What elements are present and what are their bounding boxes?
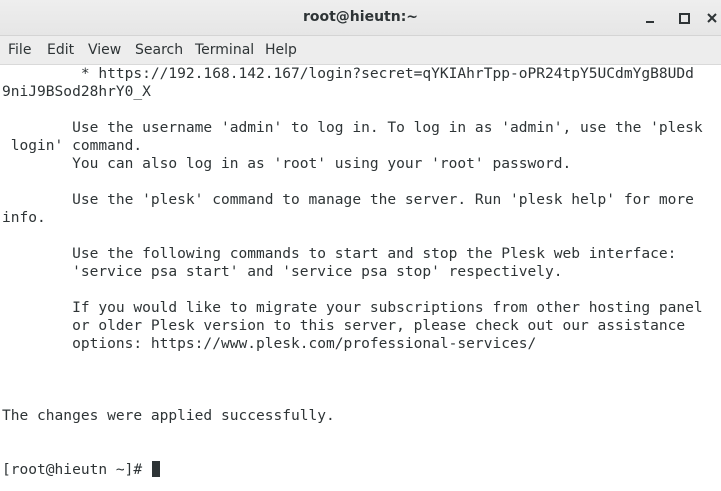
menu-help[interactable]: Help <box>265 42 297 58</box>
terminal-line: * https://192.168.142.167/login?secret=q… <box>2 65 694 82</box>
terminal-output[interactable]: * https://192.168.142.167/login?secret=q… <box>0 65 721 491</box>
terminal-window: root@hieutn:~ File Edit View Search Term… <box>0 0 721 491</box>
close-button[interactable] <box>702 8 721 28</box>
menu-file[interactable]: File <box>8 42 31 58</box>
menu-view[interactable]: View <box>88 42 121 58</box>
terminal-line: You can also log in as 'root' using your… <box>2 155 572 172</box>
terminal-line: or older Plesk version to this server, p… <box>2 317 686 334</box>
terminal-line: Use the 'plesk' command to manage the se… <box>2 191 694 208</box>
terminal-line: info. <box>2 209 46 226</box>
terminal-line: 9niJ9BSod28hrY0_X <box>2 83 151 100</box>
minimize-button[interactable] <box>640 8 660 28</box>
menu-edit[interactable]: Edit <box>47 42 74 58</box>
prompt-line[interactable]: [root@hieutn ~]# <box>2 461 160 479</box>
window-title: root@hieutn:~ <box>302 9 419 25</box>
terminal-line: Use the following commands to start and … <box>2 245 677 262</box>
maximize-icon <box>678 12 690 24</box>
shell-prompt: [root@hieutn ~]# <box>2 461 151 478</box>
terminal-line: Use the username 'admin' to log in. To l… <box>2 119 703 136</box>
minimize-icon <box>646 21 654 23</box>
menu-search[interactable]: Search <box>135 42 183 58</box>
terminal-line: login' command. <box>2 137 143 154</box>
menu-bar: File Edit View Search Terminal Help <box>0 36 721 65</box>
close-icon <box>707 13 717 23</box>
terminal-line: If you would like to migrate your subscr… <box>2 299 703 316</box>
text-cursor <box>151 461 160 477</box>
terminal-line: 'service psa start' and 'service psa sto… <box>2 263 563 280</box>
menu-terminal[interactable]: Terminal <box>195 42 254 58</box>
terminal-line: The changes were applied successfully. <box>2 407 335 424</box>
title-bar[interactable]: root@hieutn:~ <box>0 0 721 36</box>
maximize-button[interactable] <box>674 8 694 28</box>
terminal-line: options: https://www.plesk.com/professio… <box>2 335 537 352</box>
